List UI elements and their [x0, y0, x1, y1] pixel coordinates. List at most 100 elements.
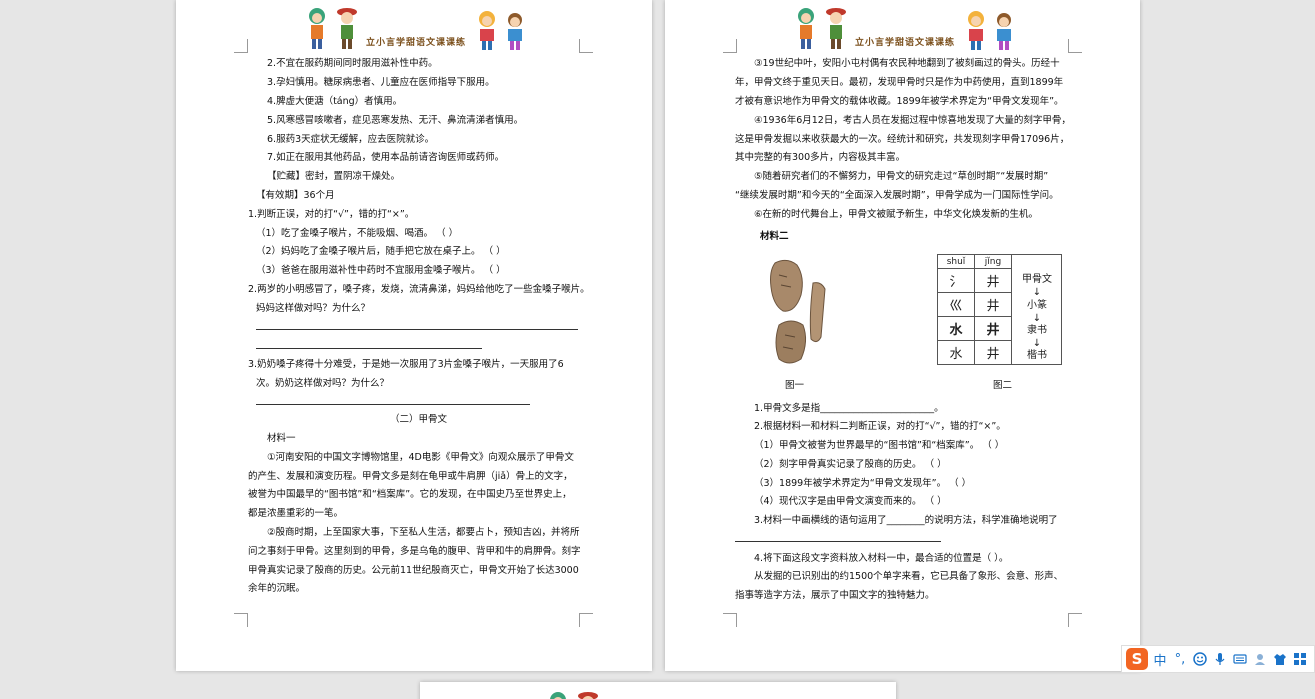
keyboard-icon[interactable] — [1232, 651, 1248, 667]
section-title: （二）甲骨文 — [390, 414, 448, 425]
corner-mark — [234, 613, 248, 627]
header-title: 立小言学甜语文课课练 — [855, 38, 956, 48]
header-title: 立小言学甜语文课课练 — [366, 38, 467, 48]
cartoon-kid-icon — [968, 11, 984, 50]
corner-mark — [1068, 39, 1082, 53]
pinyin-cell: jǐng — [974, 254, 1012, 269]
question-2-item: （1）甲骨文被誉为世界最早的“图书馆”和“档案库”。 （ ） — [754, 440, 1005, 451]
question-3: 3.奶奶嗓子疼得十分难受，于是她一次服用了3片金嗓子喉片，一天服用了6 — [248, 359, 564, 370]
paragraph-line: ①河南安阳的中国文字博物馆里，4D电影《甲骨文》向观众展示了甲骨文 — [267, 452, 574, 463]
text-line: 6.服药3天症状无缓解，应去医院就诊。 — [267, 134, 435, 145]
toolbox-grid-icon[interactable] — [1292, 651, 1308, 667]
char-cell: 井 — [974, 340, 1012, 365]
user-icon[interactable] — [1252, 651, 1268, 667]
punctuation-toggle[interactable]: °, — [1172, 651, 1188, 667]
cartoon-girl-icon — [798, 8, 814, 49]
emoji-icon[interactable] — [1192, 651, 1208, 667]
corner-mark — [723, 613, 737, 627]
oracle-bone-image — [770, 259, 826, 364]
pinyin-cell: shuǐ — [937, 254, 975, 269]
question-1: 1.判断正误，对的打“√”，错的打“×”。 — [248, 209, 415, 220]
ime-toolbar[interactable]: S 中 °, — [1121, 645, 1315, 673]
text-line: 【有效期】36个月 — [256, 190, 335, 201]
question-2: 2.根据材料一和材料二判断正误，对的打“√”，错的打“×”。 — [754, 421, 1006, 432]
figure-caption: 图一 — [785, 380, 805, 391]
evolution-label: 甲骨文 — [1022, 274, 1052, 285]
answer-line — [256, 348, 482, 349]
question-3: 次。奶奶这样做对吗？为什么？ — [256, 378, 390, 389]
corner-mark — [234, 39, 248, 53]
char-cell: 巛 — [937, 292, 975, 317]
page-header: 立小言学甜语文课课练 — [793, 4, 1023, 52]
skin-shirt-icon[interactable] — [1272, 651, 1288, 667]
char-cell: 井 — [974, 292, 1012, 317]
paragraph-line: 这是甲骨发掘以来收获最大的一次。经统计和研究，共发现刻字甲骨17096片， — [735, 134, 1070, 145]
text-line: 【贮藏】密封，置阴凉干燥处。 — [267, 171, 401, 182]
text-line: 3.孕妇慎用。糖尿病患者、儿童应在医师指导下服用。 — [267, 77, 495, 88]
question-1-item: （3）爸爸在服用滋补性中药时不宜服用金嗓子喉片。 （ ） — [256, 265, 506, 276]
input-mode-toggle[interactable]: 中 — [1152, 651, 1168, 669]
cartoon-boy-icon — [337, 8, 357, 49]
answer-line — [735, 541, 941, 542]
text-line: 7.如正在服用其他药品，使用本品前请咨询医师或药师。 — [267, 152, 505, 163]
char-cell: 水 — [937, 340, 975, 365]
paragraph-line: ⑥在新的时代舞台上，甲骨文被赋予新生，中华文化焕发新的生机。 — [754, 209, 1039, 220]
corner-mark — [579, 39, 593, 53]
cartoon-kid-icon — [479, 11, 495, 50]
question-3: 3.材料一中画横线的语句运用了________的说明方法，科学准确地说明了 — [754, 515, 1058, 526]
question-2: 2.两岁的小明感冒了，嗓子疼，发烧，流清鼻涕，妈妈给他吃了一些金嗓子喉片。 — [248, 284, 590, 295]
question-2-item: （2）刻字甲骨真实记录了殷商的历史。 （ ） — [754, 459, 947, 470]
down-arrow-icon: ↓ — [1032, 338, 1042, 349]
paragraph-line: 从发掘的已识别出的约1500个单字来看，它已具备了象形、会意、形声、 — [754, 571, 1064, 582]
paragraph-line: 其中完整的有300多片，内容极其丰富。 — [735, 152, 906, 163]
paragraph-line: “继续发展时期”和今天的“全面深入发展时期”，甲骨学成为一门国际性学问。 — [735, 190, 1059, 201]
sogou-logo-icon[interactable]: S — [1126, 648, 1148, 670]
down-arrow-icon: ↓ — [1032, 313, 1042, 324]
corner-mark — [579, 613, 593, 627]
corner-mark — [1068, 613, 1082, 627]
question-1-item: （2）妈妈吃了金嗓子喉片后，随手把它放在桌子上。 （ ） — [256, 246, 506, 257]
question-1: 1.甲骨文多是指________________________。 — [754, 403, 944, 414]
material-label: 材料一 — [267, 433, 296, 444]
text-line: 5.风寒感冒咳嗽者，症见恶寒发热、无汗、鼻流清涕者慎用。 — [267, 115, 524, 126]
paragraph-line: 甲骨真实记录了殷商的历史。公元前11世纪殷商灭亡，甲骨文开始了长达3000 — [248, 565, 579, 576]
paragraph-line: 年，甲骨文终于重见天日。最初，发现甲骨时只是作为中药使用，直到1899年 — [735, 77, 1064, 88]
char-cell: 井 — [974, 268, 1012, 293]
paragraph-line: 都是浓墨重彩的一笔。 — [248, 508, 344, 519]
question-4: 4.将下面这段文字资料放入材料一中，最合适的位置是（ ）。 — [754, 553, 1009, 564]
paragraph-line: 指事等造字方法，展示了中国文字的独特魅力。 — [735, 590, 935, 601]
evolution-label: 隶书 — [1027, 325, 1047, 336]
char-cell: 氵 — [937, 268, 975, 293]
paragraph-line: 问之事刻于甲骨。这里刻到的甲骨，多是乌龟的腹甲、背甲和牛的肩胛骨。刻字 — [248, 546, 581, 557]
document-page-right: 立小言学甜语文课课练 ③19世纪中叶，安阳小屯村偶有农民种地翻到了被刻画过的骨头… — [665, 0, 1140, 671]
paragraph-line: ②殷商时期，上至国家大事，下至私人生活，都要占卜，预知吉凶，并将所 — [267, 527, 580, 538]
cartoon-kid-icon — [508, 13, 522, 50]
page-header: 立小言学甜语文课课练 — [304, 4, 534, 52]
microphone-icon[interactable] — [1212, 651, 1228, 667]
char-cell: 井 — [974, 316, 1012, 341]
paragraph-line: 余年的沉眠。 — [248, 583, 306, 594]
cartoon-boy-icon — [826, 8, 846, 49]
answer-line — [256, 329, 578, 330]
text-line: 4.脾虚大便溏（táng）者慎用。 — [267, 96, 403, 107]
evolution-label: 楷书 — [1027, 350, 1047, 361]
paragraph-line: ④1936年6月12日，考古人员在发掘过程中惊喜地发现了大量的刻字甲骨， — [754, 115, 1071, 126]
question-1-item: （1）吃了金嗓子喉片，不能吸烟、喝酒。 （ ） — [256, 228, 459, 239]
question-2: 妈妈这样做对吗？为什么？ — [256, 303, 371, 314]
down-arrow-icon: ↓ — [1032, 287, 1042, 298]
char-cell: 水 — [937, 316, 975, 341]
cartoon-girl-icon — [309, 8, 325, 49]
paragraph-line: ⑤随着研究者们的不懈努力，甲骨文的研究走过“草创时期”“发展时期” — [754, 171, 1049, 182]
cartoon-characters-icon — [550, 692, 598, 699]
text-line: 2.不宜在服药期间同时服用滋补性中药。 — [267, 58, 438, 69]
figure-caption: 图二 — [993, 380, 1013, 391]
corner-mark — [723, 39, 737, 53]
question-2-item: （3）1899年被学术界定为“甲骨文发现年”。 （ ） — [754, 478, 972, 489]
material-label: 材料二 — [760, 231, 789, 242]
paragraph-line: 的产生、发展和演变历程。甲骨文多是刻在龟甲或牛肩胛（jiǎ）骨上的文字， — [248, 471, 573, 482]
paragraph-line: 才被有意识地作为甲骨文的载体收藏。1899年被学术界定为“甲骨文发现年”。 — [735, 96, 1064, 107]
evolution-label: 小篆 — [1027, 300, 1047, 311]
document-page-left: 立小言学甜语文课课练 2.不宜在服药期间同时服用滋补性中药。 3.孕妇慎用。糖尿… — [176, 0, 652, 671]
paragraph-line: ③19世纪中叶，安阳小屯村偶有农民种地翻到了被刻画过的骨头。历经十 — [754, 58, 1060, 69]
question-2-item: （4）现代汉字是由甲骨文演变而来的。 （ ） — [754, 496, 947, 507]
